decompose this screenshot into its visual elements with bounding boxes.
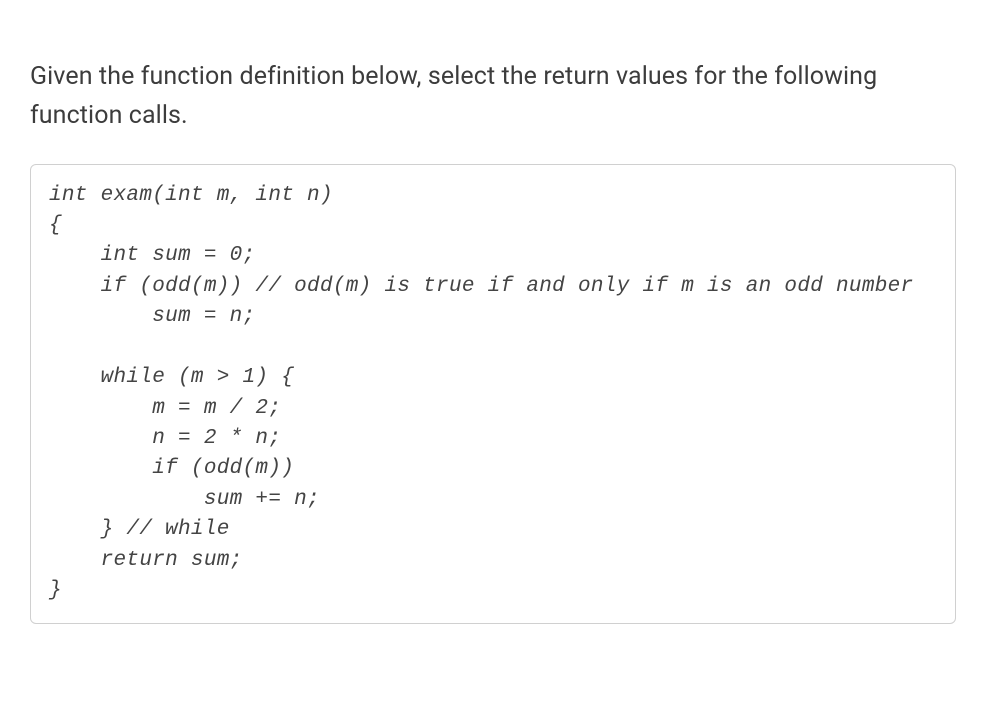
code-block: int exam(int m, int n) { int sum = 0; if… xyxy=(30,164,956,624)
question-prompt: Given the function definition below, sel… xyxy=(30,58,956,136)
